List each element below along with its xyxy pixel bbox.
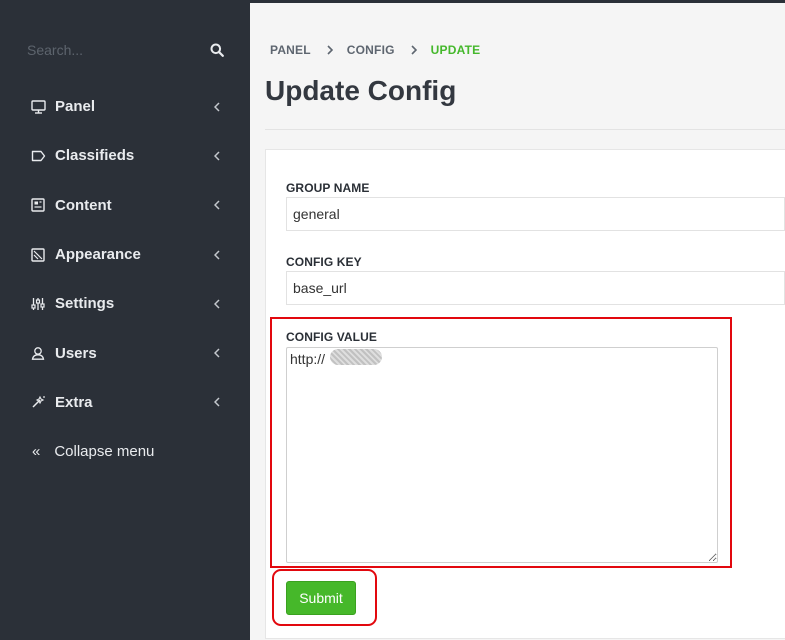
chevron-left-icon	[212, 101, 222, 113]
search-icon[interactable]	[209, 42, 225, 58]
group-name-label: GROUP NAME	[286, 181, 370, 195]
content-icon	[30, 197, 46, 213]
chevron-left-icon	[212, 249, 222, 261]
double-chevron-left-icon: «	[32, 443, 41, 461]
sidebar-item-appearance[interactable]: Appearance	[0, 230, 250, 279]
breadcrumb-config[interactable]: CONFIG	[347, 43, 395, 57]
chevron-right-icon	[327, 45, 333, 55]
config-value-textarea[interactable]: http://	[286, 347, 718, 563]
chevron-right-icon	[411, 45, 417, 55]
config-key-label: CONFIG KEY	[286, 255, 362, 269]
tag-icon	[30, 148, 46, 164]
submit-button[interactable]: Submit	[286, 581, 356, 615]
sidebar-item-label: Appearance	[55, 246, 141, 264]
chevron-left-icon	[212, 298, 222, 310]
appearance-icon	[30, 247, 46, 263]
monitor-icon	[30, 99, 46, 115]
config-key-field[interactable]	[286, 271, 785, 305]
sidebar-item-label: Settings	[55, 295, 115, 313]
chevron-left-icon	[212, 150, 222, 162]
breadcrumb-update: UPDATE	[430, 43, 481, 57]
sidebar-item-panel[interactable]: Panel	[0, 82, 250, 131]
group-name-field[interactable]	[286, 197, 785, 231]
collapse-menu-button[interactable]: « Collapse menu	[0, 427, 250, 476]
sidebar-item-settings[interactable]: Settings	[0, 279, 250, 328]
breadcrumb-panel[interactable]: PANEL	[270, 43, 311, 57]
sidebar-item-label: Panel	[55, 98, 96, 116]
sidebar-item-extra[interactable]: Extra	[0, 378, 250, 427]
sidebar: Panel Classifieds Content Appearance	[0, 0, 250, 640]
chevron-left-icon	[212, 347, 222, 359]
title-divider	[265, 129, 785, 130]
search-input[interactable]	[27, 42, 187, 58]
sidebar-item-label: Classifieds	[55, 147, 135, 165]
chevron-left-icon	[212, 396, 222, 408]
config-value-label: CONFIG VALUE	[286, 330, 377, 344]
page-title: Update Config	[265, 75, 457, 106]
breadcrumb: PANEL CONFIG UPDATE	[270, 43, 480, 57]
redacted-text	[330, 349, 382, 365]
sidebar-item-content[interactable]: Content	[0, 181, 250, 230]
user-icon	[30, 345, 46, 361]
sidebar-item-label: Users	[55, 344, 97, 362]
sidebar-search	[27, 38, 225, 62]
chevron-left-icon	[212, 199, 222, 211]
sidebar-item-users[interactable]: Users	[0, 328, 250, 377]
sidebar-nav: Panel Classifieds Content Appearance Set…	[0, 82, 250, 476]
sidebar-item-label: Extra	[55, 393, 93, 411]
sliders-icon	[30, 296, 46, 312]
sidebar-item-classifieds[interactable]: Classifieds	[0, 131, 250, 180]
wand-icon	[30, 394, 46, 410]
collapse-menu-label: Collapse menu	[54, 443, 155, 461]
sidebar-item-label: Content	[55, 196, 112, 214]
